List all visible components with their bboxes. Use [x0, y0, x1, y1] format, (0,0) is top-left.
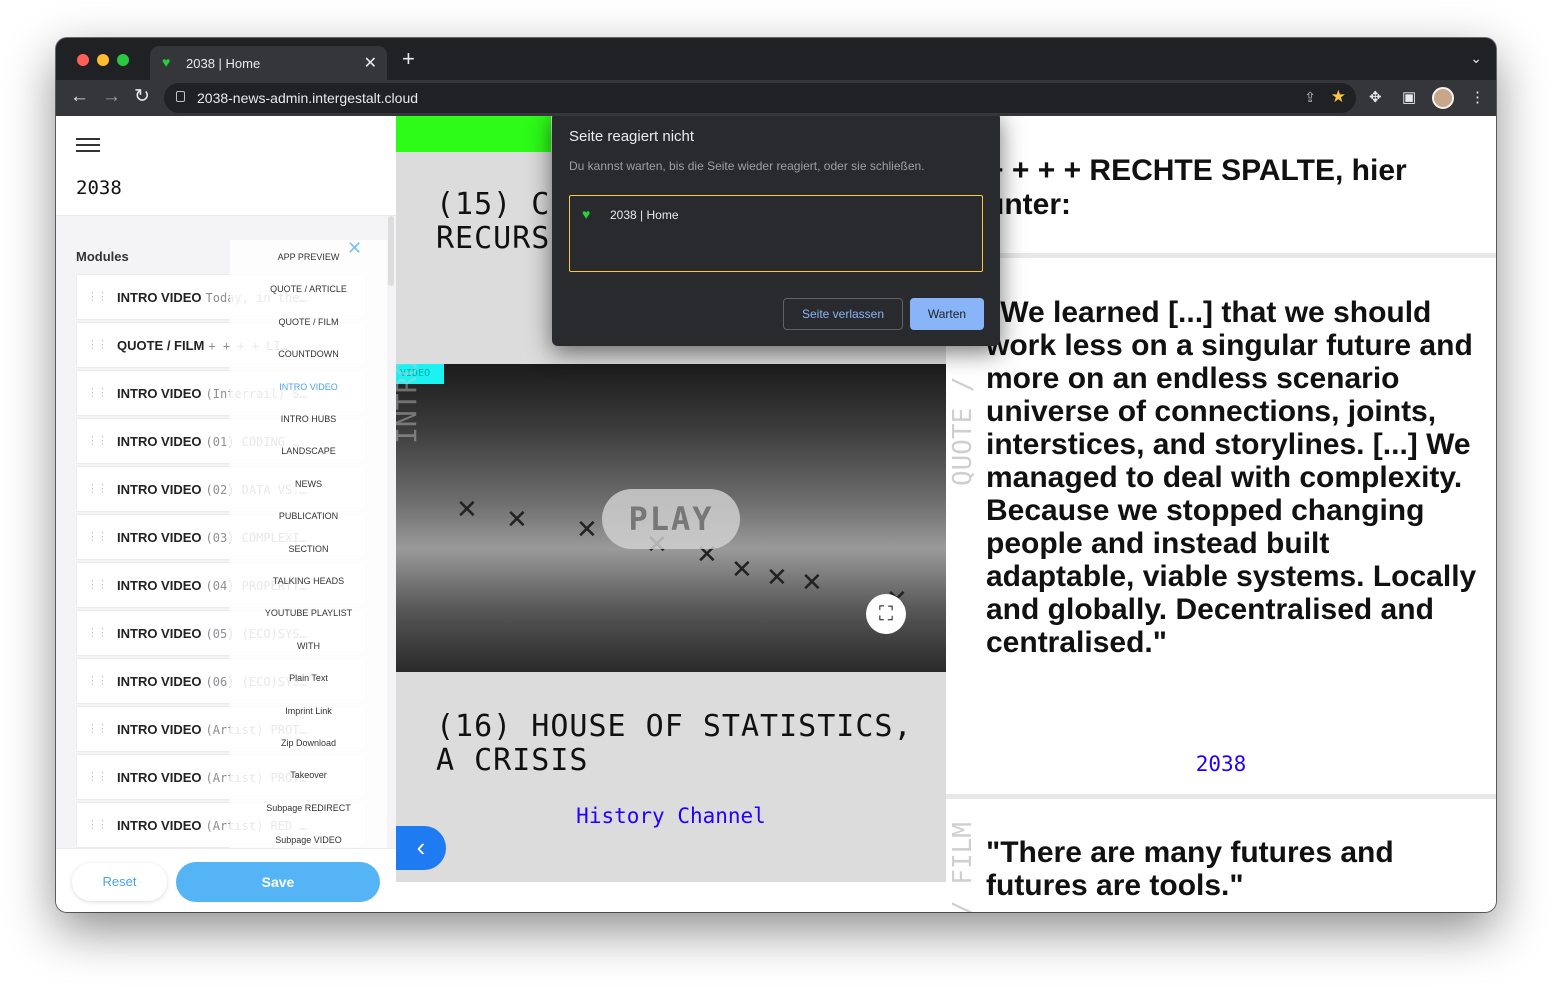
drag-handle-icon[interactable]: ⋮⋮ — [87, 722, 108, 735]
drag-handle-icon[interactable]: ⋮⋮ — [87, 434, 108, 447]
drag-handle-icon[interactable]: ⋮⋮ — [87, 290, 108, 303]
bookmark-star-icon[interactable]: ★ — [1331, 87, 1346, 107]
save-button[interactable]: Save — [176, 862, 380, 902]
profile-avatar[interactable] — [1432, 87, 1454, 109]
drag-handle-icon[interactable]: ⋮⋮ — [87, 386, 108, 399]
sidebar-title: 2038 — [76, 177, 122, 199]
dropdown-item[interactable]: Plain Text — [230, 673, 387, 683]
back-arrow-button[interactable]: ‹ — [396, 826, 446, 870]
dropdown-item[interactable]: YOUTUBE PLAYLIST — [230, 608, 387, 618]
right-column-heading: + + + + RECHTE SPALTE, hier unter: — [986, 154, 1407, 221]
dropdown-item[interactable]: APP PREVIEW — [230, 252, 387, 262]
page-unresponsive-dialog: Seite reagiert nicht Du kannst warten, b… — [552, 116, 1000, 346]
quote-side-label: QUOTE / — [948, 376, 978, 486]
dialog-message: Du kannst warten, bis die Seite wieder r… — [569, 159, 925, 173]
url-text: 2038-news-admin.intergestalt.cloud — [197, 90, 419, 106]
video-side-label: INTRO VIDEO — [396, 364, 423, 444]
extensions-icon[interactable]: ✥ — [1369, 88, 1382, 106]
dropdown-item[interactable]: Imprint Link — [230, 706, 387, 716]
back-icon[interactable]: ← — [70, 86, 89, 108]
sidebar-toggle-icon[interactable]: ▣ — [1402, 88, 1416, 106]
dropdown-item[interactable]: INTRO HUBS — [230, 414, 387, 424]
modules-heading: Modules — [76, 249, 129, 264]
divider — [946, 794, 1496, 799]
unresponsive-page-title: 2038 | Home — [610, 208, 679, 222]
film-quote-text: "There are many futures and futures are … — [986, 836, 1394, 902]
address-bar[interactable]: 2038-news-admin.intergestalt.cloud ⇪ ★ — [164, 83, 1356, 113]
browser-window: ♥ 2038 | Home ✕ + ⌄ ← → ↻ 2038-news-admi… — [56, 38, 1496, 912]
dropdown-item[interactable]: INTRO VIDEO — [230, 382, 387, 392]
sidebar-header: 2038 — [56, 116, 396, 216]
browser-toolbar: ← → ↻ 2038-news-admin.intergestalt.cloud… — [56, 80, 1496, 116]
dropdown-item[interactable]: Subpage VIDEO — [230, 835, 387, 845]
close-tab-icon[interactable]: ✕ — [364, 53, 377, 73]
share-icon[interactable]: ⇪ — [1304, 89, 1316, 106]
reload-icon[interactable]: ↻ — [134, 86, 150, 108]
film-side-label: / FILM — [948, 822, 978, 912]
preview-right-column: + + + + RECHTE SPALTE, hier unter: QUOTE… — [946, 116, 1496, 912]
wait-button[interactable]: Warten — [910, 298, 984, 330]
quote-text: "We learned [...] that we should work le… — [986, 296, 1477, 659]
minimize-window-button[interactable] — [97, 54, 109, 66]
dialog-title: Seite reagiert nicht — [569, 128, 695, 145]
dropdown-item[interactable]: Takeover — [230, 770, 387, 780]
green-heart-icon: ♥ — [582, 206, 591, 222]
more-menu-icon[interactable]: ⋮ — [1470, 88, 1485, 106]
reset-button[interactable]: Reset — [72, 863, 167, 901]
dropdown-item[interactable]: Zip Download — [230, 738, 387, 748]
dropdown-item[interactable]: QUOTE / FILM — [230, 317, 387, 327]
chevron-down-icon[interactable]: ⌄ — [1470, 50, 1482, 67]
leave-page-button[interactable]: Seite verlassen — [783, 298, 903, 330]
green-banner — [396, 116, 551, 152]
intro-video-player[interactable]: VIDEO INTRO VIDEO ✕ ✕ ✕ ✕ ✕ ✕ ✕ ✕ ✕ PLAY… — [396, 364, 946, 672]
tab-strip: ♥ 2038 | Home ✕ + ⌄ — [56, 38, 1496, 80]
drag-handle-icon[interactable]: ⋮⋮ — [87, 626, 108, 639]
dropdown-item[interactable]: COUNTDOWN — [230, 349, 387, 359]
sidebar-scrollbar[interactable] — [388, 216, 394, 286]
middle-bottom-strip — [396, 882, 946, 912]
divider — [946, 253, 1496, 258]
channel-link[interactable]: History Channel — [396, 804, 946, 828]
lock-icon — [176, 91, 185, 102]
unresponsive-page-item[interactable]: ♥ 2038 | Home — [569, 195, 983, 272]
admin-sidebar: 2038 Modules ⋮⋮INTRO VIDEOToday, in the…… — [56, 116, 396, 912]
tab-title: 2038 | Home — [186, 56, 261, 71]
module-type-dropdown: ✕ APP PREVIEW QUOTE / ARTICLE QUOTE / FILM… — [230, 238, 387, 850]
new-tab-button[interactable]: + — [402, 48, 415, 70]
drag-handle-icon[interactable]: ⋮⋮ — [87, 530, 108, 543]
drag-handle-icon[interactable]: ⋮⋮ — [87, 578, 108, 591]
dropdown-item[interactable]: PUBLICATION — [230, 511, 387, 521]
drag-handle-icon[interactable]: ⋮⋮ — [87, 482, 108, 495]
sidebar-footer: Reset Save — [56, 848, 396, 912]
play-button[interactable]: PLAY — [602, 489, 740, 549]
close-window-button[interactable] — [77, 54, 89, 66]
dropdown-item[interactable]: Subpage REDIRECT — [230, 803, 387, 813]
dropdown-item[interactable]: WITH — [230, 641, 387, 651]
dropdown-item[interactable]: LANDSCAPE — [230, 446, 387, 456]
dropdown-item[interactable]: SECTION — [230, 544, 387, 554]
dropdown-item[interactable]: TALKING HEADS — [230, 576, 387, 586]
forward-icon[interactable]: → — [102, 86, 121, 108]
drag-handle-icon[interactable]: ⋮⋮ — [87, 674, 108, 687]
dropdown-item[interactable]: NEWS — [230, 479, 387, 489]
page-content: 2038 Modules ⋮⋮INTRO VIDEOToday, in the…… — [56, 116, 1496, 912]
hamburger-menu-icon[interactable] — [76, 138, 100, 152]
quote-source[interactable]: 2038 — [946, 752, 1496, 776]
drag-handle-icon[interactable]: ⋮⋮ — [87, 818, 108, 831]
fullscreen-icon[interactable]: ⛶ — [866, 594, 906, 634]
maximize-window-button[interactable] — [117, 54, 129, 66]
section-16-title: (16) HOUSE OF STATISTICS, A CRISIS — [436, 709, 913, 778]
drag-handle-icon[interactable]: ⋮⋮ — [87, 770, 108, 783]
green-heart-icon: ♥ — [162, 54, 171, 70]
drag-handle-icon[interactable]: ⋮⋮ — [87, 338, 108, 351]
browser-tab[interactable]: ♥ 2038 | Home ✕ — [150, 46, 387, 80]
dropdown-item[interactable]: QUOTE / ARTICLE — [230, 284, 387, 294]
